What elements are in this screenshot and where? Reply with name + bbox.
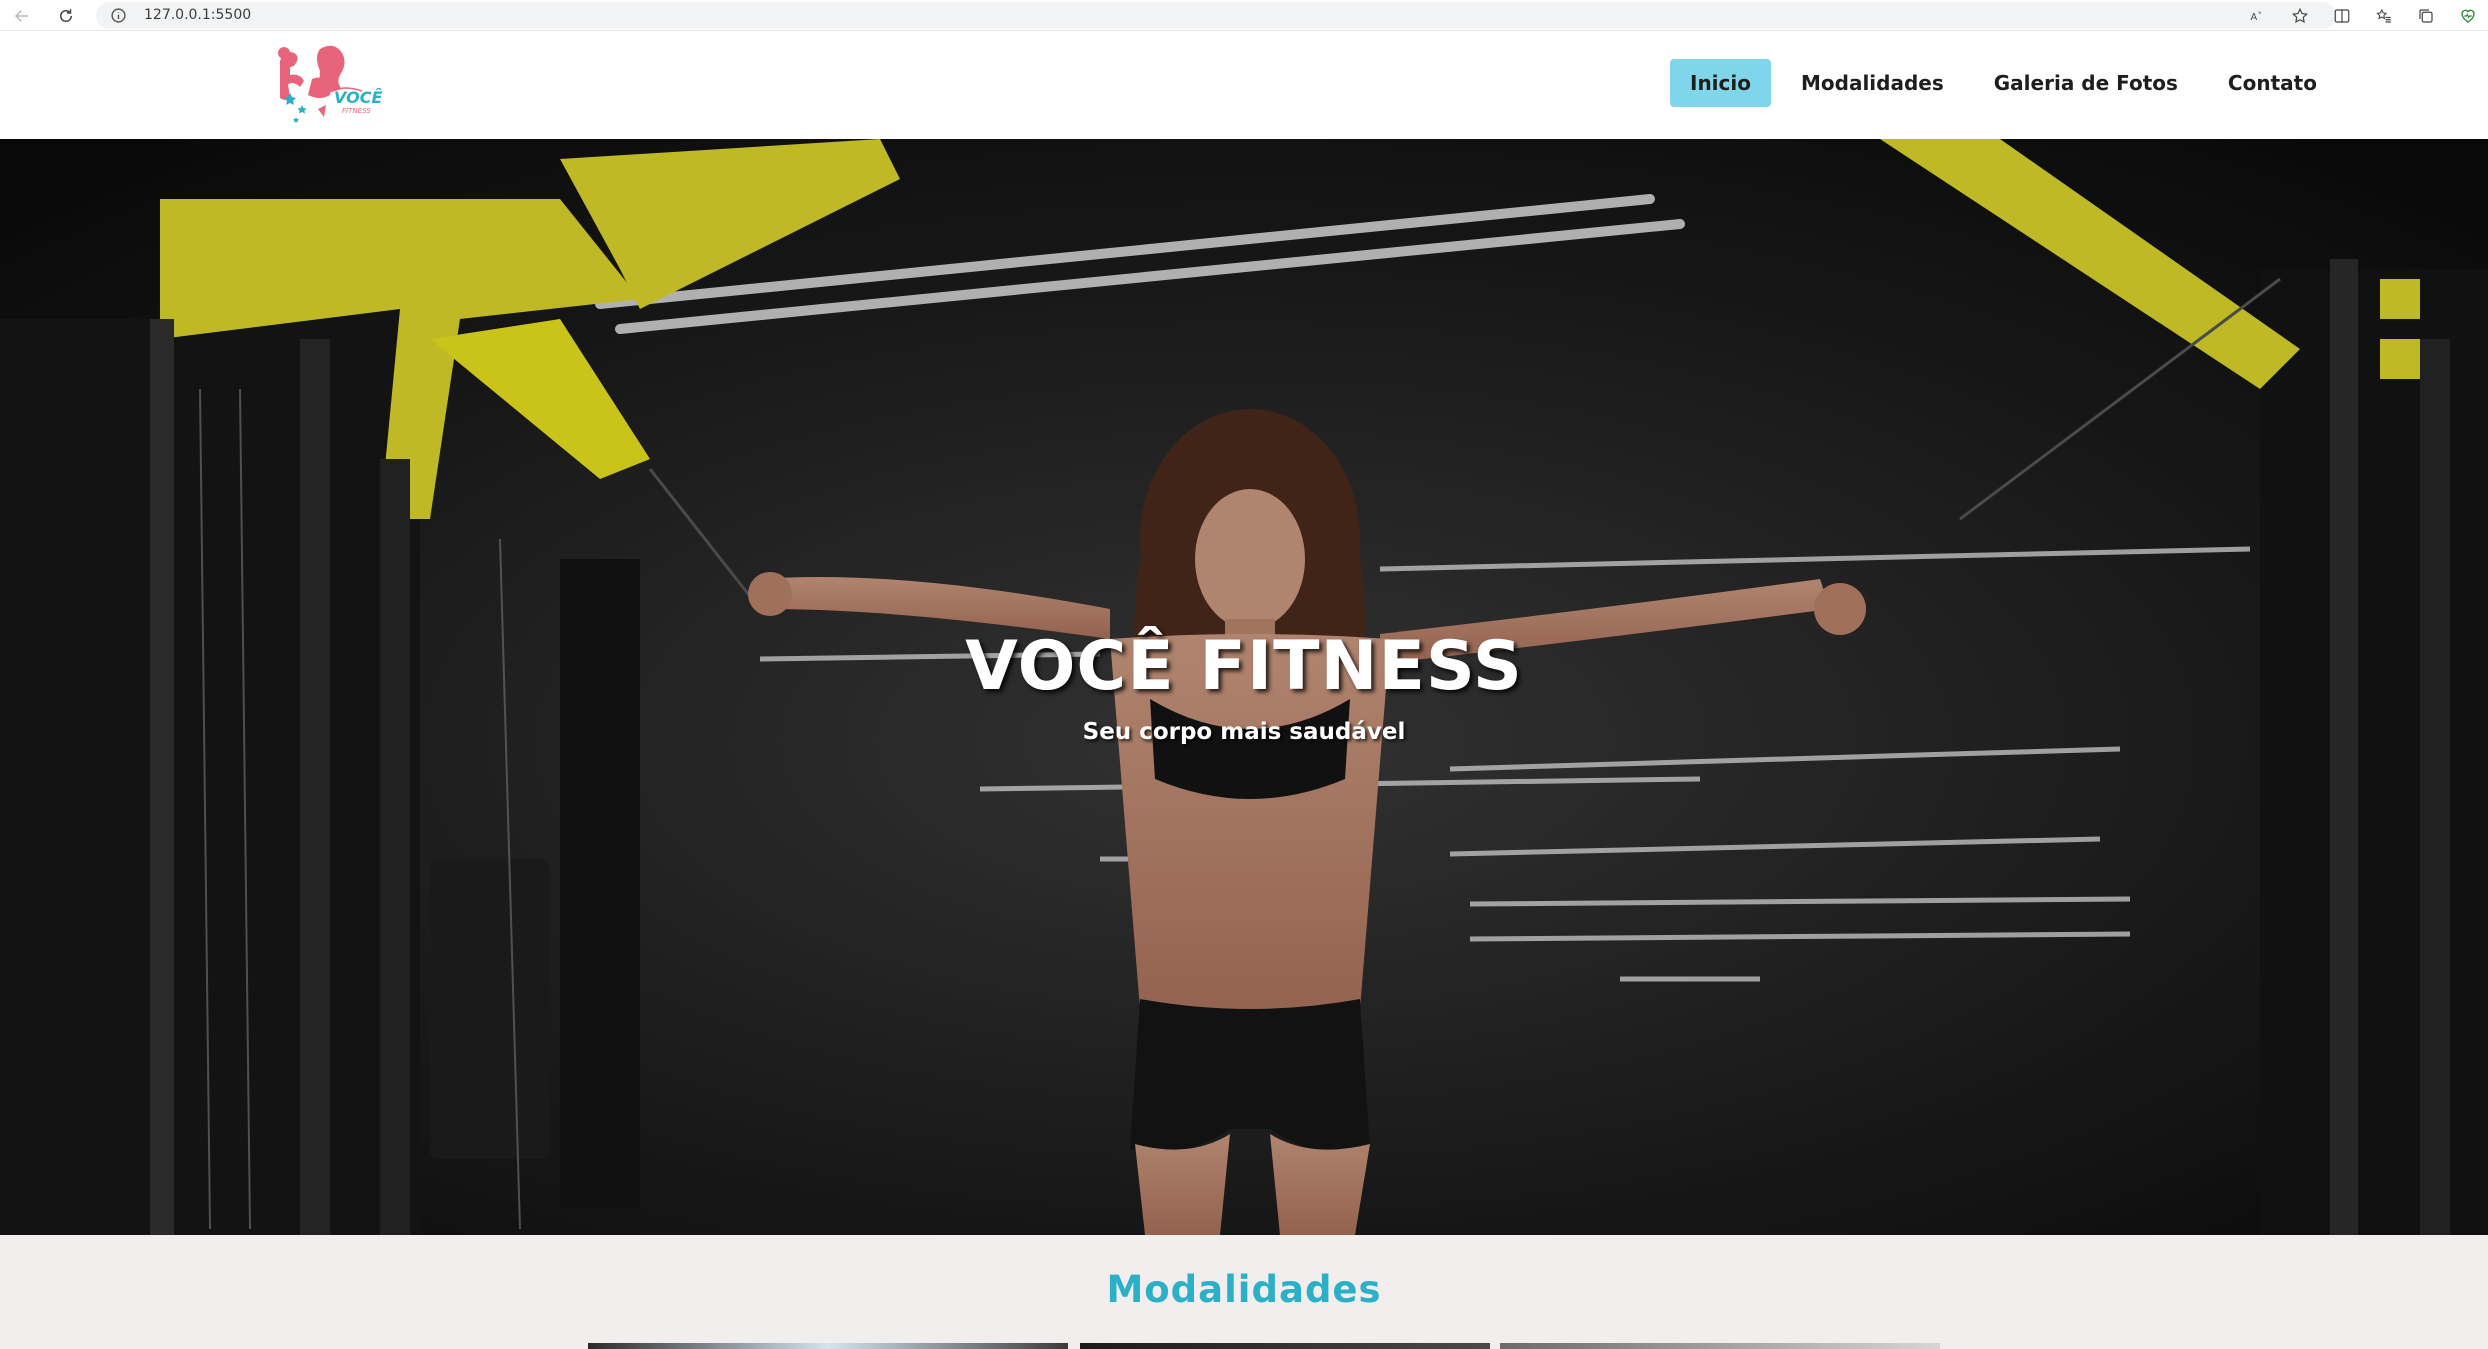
modalidade-card-image[interactable] <box>588 1343 1068 1349</box>
svg-text:A: A <box>2251 12 2258 23</box>
hero-subtitle: Seu corpo mais saudável <box>1082 719 1406 745</box>
section-title: Modalidades <box>1106 1268 1382 1311</box>
split-screen-button[interactable] <box>2330 4 2354 28</box>
read-aloud-button[interactable]: A» <box>2246 4 2270 28</box>
modalidade-card-image[interactable] <box>1080 1343 1490 1349</box>
nav-inicio[interactable]: Inicio <box>1670 59 1771 107</box>
svg-text:»: » <box>2258 10 2262 17</box>
site-logo[interactable]: VOCÊ FITNESS <box>272 39 384 131</box>
nav-modalidades[interactable]: Modalidades <box>1781 59 1964 107</box>
favorite-button[interactable] <box>2288 4 2312 28</box>
modalidade-card-image[interactable] <box>1500 1343 1940 1349</box>
hero-banner: VOCÊ FITNESS Seu corpo mais saudável <box>0 139 2488 1235</box>
favorites-list-icon <box>2376 8 2391 23</box>
site-header: VOCÊ FITNESS Inicio Modalidades Galeria … <box>0 31 2488 139</box>
url-text[interactable]: 127.0.0.1:5500 <box>144 7 251 23</box>
nav-galeria-de-fotos[interactable]: Galeria de Fotos <box>1974 59 2198 107</box>
logo-subtext: FITNESS <box>342 107 371 115</box>
modalidades-section: Modalidades <box>0 1235 2488 1349</box>
main-navigation: Inicio Modalidades Galeria de Fotos Cont… <box>1670 59 2337 107</box>
favorites-button[interactable] <box>2372 4 2396 28</box>
collections-button[interactable] <box>2414 4 2438 28</box>
reload-icon <box>60 9 72 22</box>
browser-actions: A» <box>2246 4 2480 28</box>
collections-icon <box>2419 9 2433 23</box>
back-arrow-icon <box>14 10 28 22</box>
star-icon <box>2292 7 2308 24</box>
hero-title: VOCÊ FITNESS <box>965 627 1523 706</box>
split-screen-icon <box>2334 9 2350 23</box>
address-bar[interactable]: 127.0.0.1:5500 <box>96 2 2336 29</box>
read-aloud-icon: A» <box>2251 10 2263 23</box>
heart-pulse-icon <box>2461 9 2475 23</box>
reload-button[interactable] <box>54 4 78 28</box>
nav-contato[interactable]: Contato <box>2208 59 2337 107</box>
logo-text: VOCÊ <box>334 88 382 107</box>
back-button[interactable] <box>10 4 34 28</box>
browser-toolbar: 127.0.0.1:5500 A» <box>0 0 2488 31</box>
logo-graphic: VOCÊ FITNESS <box>278 45 382 123</box>
browser-essentials-button[interactable] <box>2456 4 2480 28</box>
info-icon[interactable] <box>110 7 127 24</box>
